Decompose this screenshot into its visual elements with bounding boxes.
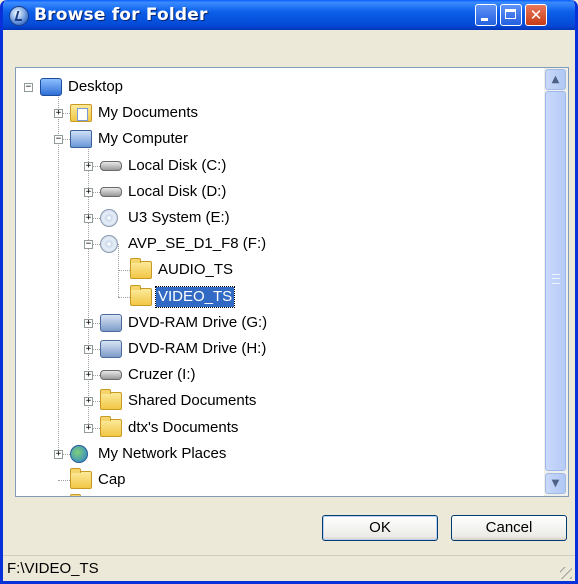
folder-icon [100,389,122,411]
close-icon: ✕ [529,6,543,24]
tree-item[interactable]: Cap [16,467,544,493]
tree-item-label: Cruzer (I:) [128,366,196,384]
tree-item[interactable]: + My Documents [16,100,544,126]
tree-item-label: dtx's Documents [128,418,239,436]
tree-item-label: AUDIO_TS [158,261,234,279]
collapse-icon[interactable]: − [84,240,93,250]
tree-item-label: Desktop [68,78,124,95]
tree-item-label: VIDEO_TS [154,285,236,308]
tree-item[interactable]: − Desktop [16,74,544,100]
tree-item[interactable]: + My Network Places [16,441,544,467]
close-button[interactable]: ✕ [525,4,547,26]
my-documents-icon [70,104,92,123]
selected-path: F:\VIDEO_TS [7,560,99,577]
folder-icon [100,415,122,437]
removable-disk-icon [100,370,122,381]
tree-item-label: U3 System (E:) [128,209,230,226]
browse-for-folder-dialog: Browse for Folder ✕ − Desktop + My Document… [0,0,578,584]
folder-open-icon [130,284,152,306]
scroll-up-button[interactable]: ▲ [545,69,566,90]
tree-item[interactable]: + DVD-RAM Drive (H:) [16,336,544,362]
resize-grip-icon[interactable] [560,567,572,579]
window-title: Browse for Folder [34,5,208,25]
dvd-ram-drive-icon [100,340,122,358]
hard-disk-icon [100,160,122,171]
tree-item-label: My Documents [98,104,199,122]
grip-icon [552,274,560,284]
minimize-button[interactable] [475,4,497,26]
minimize-icon [481,18,488,21]
maximize-button[interactable] [500,4,522,26]
expand-icon[interactable]: + [54,109,63,119]
tree-item[interactable]: + Local Disk (D:) [16,179,544,205]
tree-connector-line [58,480,70,481]
tree-item-label: DVD-RAM Drive (H:) [128,340,267,357]
tree-item[interactable]: + dtx's Documents [16,415,544,441]
expand-icon[interactable]: + [84,318,93,328]
tree-connector-line [118,270,130,272]
tree-item[interactable]: + Local Disk (C:) [16,153,544,179]
expand-icon[interactable]: + [84,187,93,197]
expand-icon[interactable]: + [84,397,93,407]
tree-item-label: Local Disk (D:) [128,182,227,200]
chevron-down-icon: ▼ [551,478,560,489]
hard-disk-icon [100,186,122,197]
status-bar: F:\VIDEO_TS [3,555,575,581]
tree-item[interactable]: AUDIO_TS [16,257,544,283]
expand-icon[interactable]: + [84,371,93,381]
maximize-icon [505,9,516,19]
network-places-icon [70,444,88,463]
scroll-thumb[interactable] [545,91,566,471]
tree-item-label: My Computer [98,130,189,148]
chevron-up-icon: ▲ [551,74,560,85]
vertical-scrollbar[interactable]: ▲ ▼ [544,68,568,496]
desktop-icon [40,78,62,96]
cancel-button[interactable]: Cancel [451,515,567,541]
expand-icon[interactable]: + [84,214,93,223]
tree-item[interactable]: New Folder [16,493,544,497]
tree-item-label: Shared Documents [128,392,257,410]
tree-item[interactable]: + Shared Documents [16,388,544,414]
tree-item-label: DVD-RAM Drive (G:) [128,313,268,331]
tree-item[interactable]: + DVD-RAM Drive (G:) [16,310,544,336]
expand-icon[interactable]: + [84,423,93,433]
tree-item-label: My Network Places [98,444,227,462]
cd-drive-icon [100,209,118,227]
collapse-icon[interactable]: − [24,83,33,92]
expand-icon[interactable]: + [54,449,63,459]
tree-item[interactable]: + Cruzer (I:) [16,362,544,388]
app-icon [9,6,29,26]
scroll-down-button[interactable]: ▼ [545,473,566,494]
tree-item[interactable]: VIDEO_TS [16,284,544,310]
tree-item[interactable]: − My Computer [16,126,544,152]
my-computer-icon [70,130,92,149]
folder-icon [70,468,92,489]
tree-item[interactable]: + U3 System (E:) [16,205,544,231]
title-bar[interactable]: Browse for Folder ✕ [3,0,575,30]
dvd-ram-drive-icon [100,313,122,332]
folder-tree[interactable]: − Desktop + My Documents − My Computer + Local … [15,67,569,497]
cd-drive-icon [100,235,118,254]
tree-connector-line [118,296,130,298]
ok-button[interactable]: OK [322,515,438,541]
tree-item-label: Cap [98,471,126,488]
tree-item-label: AVP_SE_D1_F8 (F:) [128,235,267,253]
expand-icon[interactable]: + [84,345,93,354]
tree-item[interactable]: − AVP_SE_D1_F8 (F:) [16,231,544,257]
collapse-icon[interactable]: − [54,135,63,145]
folder-tree-content: − Desktop + My Documents − My Computer + Local … [16,68,544,497]
tree-item-label: Local Disk (C:) [128,156,227,174]
folder-icon [130,258,152,280]
expand-icon[interactable]: + [84,161,93,171]
tree-item-label: New Folder [96,496,177,497]
